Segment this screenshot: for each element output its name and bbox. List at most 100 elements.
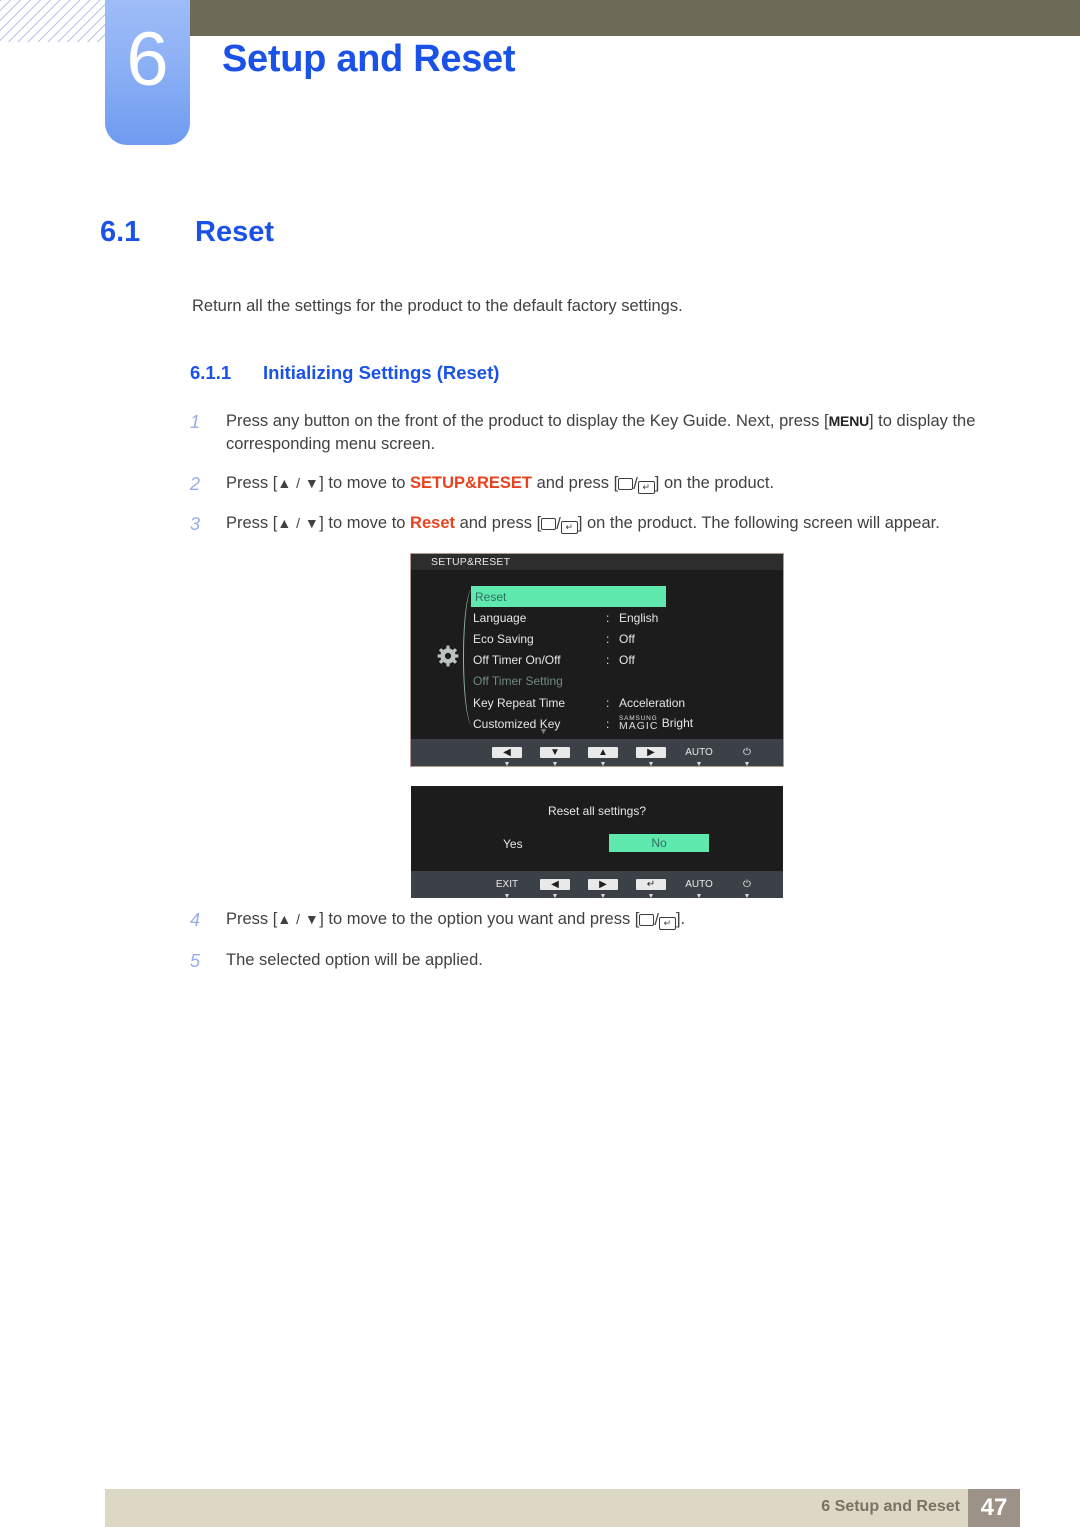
instruction-step: 1 Press any button on the front of the pr… <box>190 410 1020 457</box>
section-title: Reset <box>195 216 274 248</box>
enter-key-icon: ↵ <box>637 480 655 494</box>
osd-menu-item-label: Reset <box>475 589 507 604</box>
osd-reset-confirm-dialog: Reset all settings? Yes No EXIT ▼ ◀ ▼ ▶ ▼ ↵ ▼ AU… <box>411 786 783 900</box>
osd-button-pointer-icon: ▼ <box>743 893 751 900</box>
osd-menu-title: SETUP&RESET <box>411 554 783 570</box>
osd-button-pointer-icon: ▼ <box>503 893 511 900</box>
osd-menu-item-colon: : <box>606 631 610 646</box>
osd-menu-item-value: Acceleration <box>619 695 686 710</box>
enter-key-icon: ↵ <box>658 917 676 930</box>
step-text-run: and press [ <box>531 473 619 492</box>
step-text-run: Press [ <box>226 910 278 928</box>
osd-hardware-button[interactable]: ▼ ▼ <box>531 739 579 768</box>
step-text-run: Press [ <box>226 473 278 492</box>
osd-confirm-body: Reset all settings? Yes No <box>411 786 783 871</box>
instruction-steps-top: 1 Press any button on the front of the pr… <box>190 410 1020 553</box>
magic-bright-suffix: Bright <box>658 715 694 730</box>
osd-button-face-icon: ▶ <box>588 879 618 890</box>
osd-hardware-button[interactable]: EXIT ▼ <box>483 871 531 900</box>
updown-arrow-icons: ▲ / ▼ <box>277 474 320 491</box>
osd-button-face-icon: ▲ <box>588 747 618 758</box>
osd-menu-item[interactable]: Key Repeat Time: Acceleration <box>471 692 781 713</box>
osd-hardware-button[interactable]: ▲ ▼ <box>579 739 627 768</box>
osd-menu-item[interactable]: Reset <box>471 586 666 608</box>
key-glyph-pair: / ↵ <box>618 473 655 496</box>
osd-button-face-icon: ↵ <box>636 879 666 890</box>
step-number: 2 <box>190 473 201 494</box>
osd-button-face-icon: EXIT <box>495 879 519 890</box>
osd-hardware-button[interactable]: ⏻ ▼ <box>723 871 771 900</box>
osd-button-pointer-icon: ▼ <box>551 761 559 768</box>
osd-menu-item-value: English <box>619 610 659 625</box>
osd-confirm-button-bar: EXIT ▼ ◀ ▼ ▶ ▼ ↵ ▼ AUTO ▼ ⏻ ▼ <box>411 871 783 900</box>
osd-button-pointer-icon: ▼ <box>743 761 751 768</box>
subsection-number: 6.1.1 <box>190 362 232 383</box>
osd-hardware-button[interactable]: AUTO ▼ <box>675 739 723 768</box>
step-text: Press [▲ / ▼] to move to the option you … <box>226 908 1020 934</box>
footer-chapter-label: 6 Setup and Reset <box>821 1498 960 1515</box>
osd-menu-item[interactable]: Off Timer On/Off: Off <box>471 650 781 671</box>
osd-menu-item-label: Eco Saving <box>473 631 534 646</box>
osd-scroll-down-indicator[interactable]: ▼ <box>539 726 548 736</box>
samsung-magic-logo: SAMSUNG MAGIC <box>619 715 658 732</box>
osd-menu-item[interactable]: Customized Key: SAMSUNG MAGIC Bright <box>471 713 781 734</box>
osd-menu-item-colon: : <box>606 695 610 710</box>
subsection-heading: 6.1.1 Initializing Settings (Reset) <box>190 362 499 384</box>
osd-menu-row-list: Reset Language: English Eco Saving: Off Off T… <box>471 586 781 734</box>
osd-button-pointer-icon: ▼ <box>599 893 607 900</box>
osd-confirm-question: Reset all settings? <box>547 804 647 818</box>
osd-hardware-button[interactable]: AUTO ▼ <box>675 871 723 900</box>
instruction-steps-bottom: 4 Press [▲ / ▼] to move to the option you… <box>190 908 1020 989</box>
step-text-run: and press [ <box>455 514 542 533</box>
osd-menu-item-label: Off Timer Setting <box>473 674 563 689</box>
osd-button-face-icon: ⏻ <box>743 879 751 890</box>
step-text-run: The selected option will be applied. <box>226 950 483 969</box>
osd-menu-item[interactable]: Off Timer Setting <box>471 671 781 692</box>
osd-hardware-button[interactable]: ▶ ▼ <box>627 739 675 768</box>
osd-hardware-button[interactable]: ▶ ▼ <box>579 871 627 900</box>
osd-menu-item-label: Key Repeat Time <box>473 695 566 710</box>
step-text-run: ] on the product. The following screen w… <box>577 514 940 533</box>
step-keyword: Reset <box>410 514 455 533</box>
osd-button-pointer-icon: ▼ <box>695 893 703 900</box>
osd-menu-item-label: Off Timer On/Off <box>473 653 561 668</box>
osd-hardware-button[interactable]: ◀ ▼ <box>531 871 579 900</box>
key-glyph-pair: / ↵ <box>541 513 578 536</box>
section-intro-text: Return all the settings for the product … <box>192 297 683 315</box>
osd-confirm-yes-option[interactable]: Yes <box>503 837 523 851</box>
osd-button-face-icon: AUTO <box>685 879 713 890</box>
step-text-run: Press [ <box>226 514 278 533</box>
osd-menu-item[interactable]: Eco Saving: Off <box>471 628 781 649</box>
enter-key-icon: ↵ <box>560 521 578 535</box>
gear-icon <box>437 645 459 667</box>
section-heading: 6.1 Reset <box>100 216 274 249</box>
osd-menu-item-colon: : <box>606 610 610 625</box>
osd-hardware-button[interactable]: ◀ ▼ <box>483 739 531 768</box>
step-keyword: SETUP&RESET <box>410 473 532 492</box>
chapter-number: 6 <box>126 17 169 102</box>
updown-arrow-icons: ▲ / ▼ <box>277 515 320 532</box>
osd-button-face-icon: ◀ <box>492 747 522 758</box>
osd-hardware-button[interactable]: ⏻ ▼ <box>723 739 771 768</box>
osd-menu-item[interactable]: Language: English <box>471 607 781 628</box>
instruction-step: 5 The selected option will be applied. <box>190 949 1020 975</box>
rect-key-icon <box>541 518 557 531</box>
osd-confirm-no-option[interactable]: No <box>609 834 709 852</box>
osd-menu-item-colon: : <box>606 716 610 731</box>
step-number: 1 <box>190 412 201 432</box>
rect-key-icon <box>618 477 634 490</box>
decorative-hatch-pattern <box>0 0 108 42</box>
step-text-run: ]. <box>675 910 686 928</box>
key-glyph-pair: / ↵ <box>639 909 676 932</box>
osd-button-pointer-icon: ▼ <box>647 761 655 768</box>
osd-menu-item-value: SAMSUNG MAGIC Bright <box>619 715 781 732</box>
step-text-run: ] to move to <box>319 473 411 492</box>
osd-menu-item-colon: : <box>606 653 610 668</box>
osd-button-face-icon: ◀ <box>540 879 570 890</box>
step-text-run: Press any button on the front of the pro… <box>226 412 829 430</box>
chapter-title: Setup and Reset <box>222 38 516 80</box>
osd-setup-reset-menu: SETUP&RESET Reset Language: English Eco S <box>411 554 783 768</box>
osd-hardware-button[interactable]: ↵ ▼ <box>627 871 675 900</box>
osd-button-pointer-icon: ▼ <box>647 893 655 900</box>
osd-menu-item-value: Off <box>619 653 635 668</box>
